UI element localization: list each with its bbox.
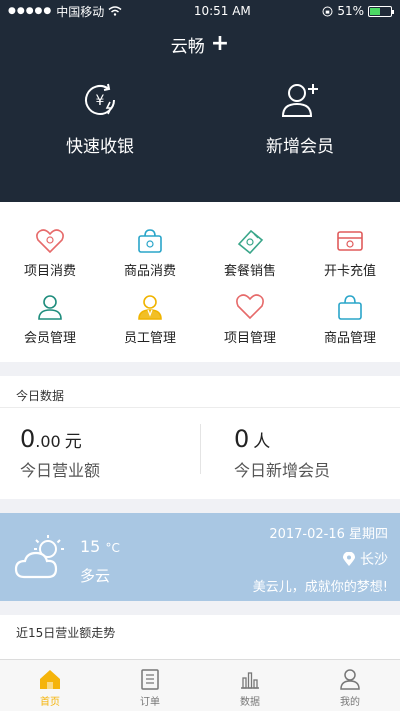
cashier-icon: ¥: [85, 83, 115, 115]
today-data-title: 今日数据: [0, 376, 400, 408]
grid-label: 项目管理: [223, 331, 276, 346]
location-pin-icon: [343, 551, 355, 566]
tab-orders[interactable]: 订单: [100, 660, 200, 711]
bar-chart-icon: [241, 672, 259, 689]
add-member-button[interactable]: 新增会员: [210, 80, 390, 157]
grid-label: 套餐销售: [223, 264, 276, 279]
city-name: 长沙: [360, 552, 388, 568]
grid-item-package-sale[interactable]: 套餐销售: [200, 228, 300, 279]
function-grid: 项目消费 商品消费 套餐销售 开卡充值 会员管理 员工管理 项目管理 商品管理: [0, 202, 400, 362]
members-unit: 人: [253, 432, 271, 452]
battery-percent: 51%: [337, 4, 364, 18]
grid-item-staff-manage[interactable]: 员工管理: [100, 293, 200, 346]
weather-date: 2017-02-16 星期四: [269, 527, 388, 542]
tab-label: 首页: [40, 697, 60, 708]
grid-item-member-manage[interactable]: 会员管理: [0, 293, 100, 346]
add-member-label: 新增会员: [266, 137, 334, 157]
quick-cashier-label: 快速收银: [66, 137, 134, 157]
header: ●●●●● 中国移动 10:51 AM 51% 云畅 + ¥ 快速收银 新增会员: [0, 0, 400, 202]
heart-icon: [236, 294, 264, 320]
grid-item-product-manage[interactable]: 商品管理: [300, 293, 400, 346]
divider: [200, 424, 201, 474]
revenue-unit: 元: [64, 432, 82, 452]
ticket-icon: [237, 229, 264, 254]
add-member-icon: [281, 84, 318, 117]
tab-label: 订单: [140, 697, 160, 708]
tab-bar: 首页 订单 数据 我的: [0, 659, 400, 711]
revenue-decimal: .00: [35, 432, 61, 451]
weather-condition: 多云: [80, 567, 111, 585]
today-data-panel: 今日数据 0.00 元 今日营业额 0人 今日新增会员: [0, 376, 400, 499]
rotation-lock-icon: [322, 6, 333, 16]
shopping-bag-icon: [138, 229, 162, 253]
today-new-members[interactable]: 0人 今日新增会员: [200, 425, 400, 481]
grid-item-project-consume[interactable]: 项目消费: [0, 228, 100, 279]
grid-label: 项目消费: [23, 264, 76, 279]
signal-icon: ●●●●●: [8, 6, 53, 16]
grid-label: 员工管理: [123, 331, 176, 346]
partly-cloudy-icon: [14, 535, 64, 579]
page-title: 云畅: [170, 36, 205, 57]
card-icon: [337, 231, 363, 251]
revenue-trend-panel: 近15日营业额走势: [0, 615, 400, 659]
today-revenue[interactable]: 0.00 元 今日营业额: [0, 425, 200, 481]
weather-banner: 15 °C 多云 2017-02-16 星期四 长沙 美云儿，成就你的梦想!: [0, 513, 400, 601]
members-caption: 今日新增会员: [234, 461, 331, 480]
grid-label: 商品管理: [323, 331, 376, 346]
carrier-label: 中国移动: [56, 4, 105, 19]
nav-bar: 云畅 +: [0, 22, 400, 66]
tab-label: 我的: [340, 697, 360, 708]
temperature: 15 °C: [80, 537, 120, 556]
grid-item-card-recharge[interactable]: 开卡充值: [300, 228, 400, 279]
tab-label: 数据: [240, 697, 260, 708]
battery-icon: [367, 5, 394, 17]
temperature-value: 15: [80, 537, 101, 556]
staff-icon: [138, 295, 162, 320]
grid-item-product-consume[interactable]: 商品消费: [100, 228, 200, 279]
revenue-trend-title: 近15日营业额走势: [16, 626, 116, 640]
revenue-caption: 今日营业额: [20, 461, 101, 480]
tab-home[interactable]: 首页: [0, 660, 100, 711]
grid-label: 会员管理: [23, 331, 76, 346]
svg-text:¥: ¥: [96, 93, 105, 109]
grid-label: 商品消费: [123, 264, 176, 279]
members-count: 0: [234, 425, 250, 453]
user-icon: [340, 669, 360, 690]
order-icon: [141, 669, 159, 690]
basket-icon: [338, 295, 362, 320]
tab-mine[interactable]: 我的: [300, 660, 400, 711]
tab-data[interactable]: 数据: [200, 660, 300, 711]
weather-city[interactable]: 长沙: [343, 549, 388, 569]
add-button[interactable]: +: [211, 33, 229, 55]
member-icon: [38, 295, 62, 320]
slogan: 美云儿，成就你的梦想!: [252, 580, 388, 595]
status-bar: ●●●●● 中国移动 10:51 AM 51%: [0, 0, 400, 22]
wifi-icon: [108, 6, 122, 16]
temperature-unit: °C: [105, 541, 120, 555]
grid-label: 开卡充值: [323, 264, 376, 279]
status-time: 10:51 AM: [193, 4, 251, 18]
revenue-integer: 0: [20, 425, 36, 453]
heart-tag-icon: [36, 229, 64, 254]
grid-item-project-manage[interactable]: 项目管理: [200, 293, 300, 346]
quick-cashier-button[interactable]: ¥ 快速收银: [10, 80, 190, 157]
home-icon: [40, 670, 60, 689]
